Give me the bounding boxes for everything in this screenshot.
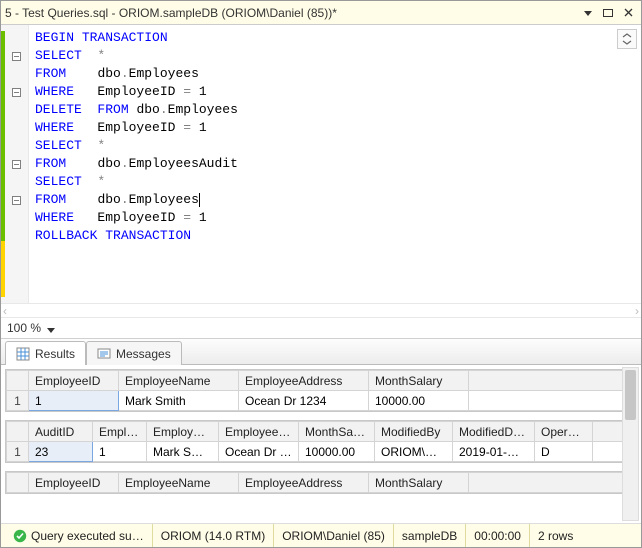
- column-header[interactable]: EmployeeName: [119, 473, 239, 493]
- cell[interactable]: 2019-01-…: [453, 442, 535, 462]
- window-close-button[interactable]: [619, 5, 637, 21]
- cell[interactable]: 10000.00: [299, 442, 375, 462]
- sql-editor[interactable]: BEGIN TRANSACTIONSELECT *FROM dbo.Employ…: [1, 25, 641, 303]
- column-header[interactable]: Opera…: [535, 422, 593, 442]
- column-header[interactable]: MonthSalary: [369, 473, 469, 493]
- zoom-dropdown[interactable]: [47, 323, 57, 333]
- messages-icon: [97, 347, 111, 361]
- code-line: WHERE EmployeeID = 1: [35, 83, 635, 101]
- code-line: FROM dbo.Employees: [35, 191, 635, 209]
- status-time: 00:00:00: [466, 524, 530, 547]
- cell[interactable]: Ocean Dr 1234: [239, 391, 369, 411]
- code-line: SELECT *: [35, 47, 635, 65]
- code-line: SELECT *: [35, 173, 635, 191]
- status-exec-text: Query executed su…: [31, 529, 144, 543]
- cell[interactable]: 1: [93, 442, 147, 462]
- code-area[interactable]: BEGIN TRANSACTIONSELECT *FROM dbo.Employ…: [29, 25, 641, 303]
- editor-horizontal-scrollbar[interactable]: ‹›: [1, 303, 641, 317]
- fold-toggle[interactable]: [12, 196, 21, 205]
- results-grids: EmployeeIDEmployeeNameEmployeeAddressMon…: [1, 365, 641, 523]
- cell[interactable]: 23: [29, 442, 93, 462]
- split-toggle-icon[interactable]: [617, 29, 637, 49]
- cell[interactable]: 10000.00: [369, 391, 469, 411]
- cell[interactable]: 1: [29, 391, 119, 411]
- change-marker-yellow: [1, 241, 5, 297]
- fold-toggle[interactable]: [12, 52, 21, 61]
- column-header[interactable]: AuditID: [29, 422, 93, 442]
- column-header[interactable]: ModifiedBy: [375, 422, 453, 442]
- tab-messages-label: Messages: [116, 347, 171, 361]
- column-header[interactable]: EmployeeID: [29, 371, 119, 391]
- result-grid: AuditIDEmpl…Employ…Employee…MonthSa…Modi…: [5, 420, 637, 463]
- grid-corner: [7, 422, 29, 442]
- result-grid: EmployeeIDEmployeeNameEmployeeAddressMon…: [5, 369, 637, 412]
- cell[interactable]: Mark Smith: [119, 391, 239, 411]
- zoom-bar: 100 %: [1, 317, 641, 339]
- row-header[interactable]: 1: [7, 442, 29, 462]
- code-line: FROM dbo.EmployeesAudit: [35, 155, 635, 173]
- zoom-level: 100 %: [7, 321, 41, 335]
- column-header[interactable]: Empl…: [93, 422, 147, 442]
- code-line: WHERE EmployeeID = 1: [35, 209, 635, 227]
- code-line: FROM dbo.Employees: [35, 65, 635, 83]
- status-bar: Query executed su… ORIOM (14.0 RTM) ORIO…: [1, 523, 641, 547]
- window-dropdown-button[interactable]: [579, 5, 597, 21]
- column-header[interactable]: EmployeeName: [119, 371, 239, 391]
- titlebar: 5 - Test Queries.sql - ORIOM.sampleDB (O…: [1, 1, 641, 25]
- grid-icon: [16, 347, 30, 361]
- window-maximize-button[interactable]: [599, 5, 617, 21]
- code-line: DELETE FROM dbo.Employees: [35, 101, 635, 119]
- status-db: sampleDB: [394, 524, 466, 547]
- result-grid: EmployeeIDEmployeeNameEmployeeAddressMon…: [5, 471, 637, 494]
- window-title: 5 - Test Queries.sql - ORIOM.sampleDB (O…: [5, 6, 577, 20]
- scrollbar-thumb[interactable]: [625, 370, 636, 420]
- tab-results[interactable]: Results: [5, 341, 86, 365]
- column-header[interactable]: Employ…: [147, 422, 219, 442]
- code-line: SELECT *: [35, 137, 635, 155]
- tab-messages[interactable]: Messages: [86, 341, 182, 365]
- fold-toggle[interactable]: [12, 160, 21, 169]
- row-header[interactable]: 1: [7, 391, 29, 411]
- column-header[interactable]: EmployeeID: [29, 473, 119, 493]
- column-filler: [469, 473, 636, 493]
- column-header[interactable]: MonthSa…: [299, 422, 375, 442]
- fold-toggle[interactable]: [12, 88, 21, 97]
- tab-results-label: Results: [35, 347, 75, 361]
- editor-gutter: [1, 25, 29, 303]
- column-header[interactable]: MonthSalary: [369, 371, 469, 391]
- status-rows: 2 rows: [530, 524, 581, 547]
- table-row[interactable]: 1231Mark S…Ocean Dr …10000.00ORIOM\…2019…: [7, 442, 636, 462]
- results-tabs: Results Messages: [1, 339, 641, 365]
- column-filler: [469, 371, 636, 391]
- grid-corner: [7, 371, 29, 391]
- status-exec: Query executed su…: [5, 524, 153, 547]
- cell[interactable]: Mark S…: [147, 442, 219, 462]
- status-user: ORIOM\Daniel (85): [274, 524, 394, 547]
- cell-filler: [469, 391, 636, 411]
- cell[interactable]: D: [535, 442, 593, 462]
- status-server: ORIOM (14.0 RTM): [153, 524, 274, 547]
- column-header[interactable]: Employee…: [219, 422, 299, 442]
- cell[interactable]: ORIOM\…: [375, 442, 453, 462]
- results-panel: EmployeeIDEmployeeNameEmployeeAddressMon…: [1, 365, 641, 523]
- results-vertical-scrollbar[interactable]: [622, 367, 639, 521]
- column-header[interactable]: EmployeeAddress: [239, 371, 369, 391]
- success-icon: [13, 529, 27, 543]
- column-header[interactable]: EmployeeAddress: [239, 473, 369, 493]
- code-line: BEGIN TRANSACTION: [35, 29, 635, 47]
- code-line: WHERE EmployeeID = 1: [35, 119, 635, 137]
- grid-corner: [7, 473, 29, 493]
- cell[interactable]: Ocean Dr …: [219, 442, 299, 462]
- fold-strip: [9, 31, 23, 297]
- code-line: ROLLBACK TRANSACTION: [35, 227, 635, 245]
- query-window: 5 - Test Queries.sql - ORIOM.sampleDB (O…: [0, 0, 642, 548]
- table-row[interactable]: 11Mark SmithOcean Dr 123410000.00: [7, 391, 636, 411]
- column-header[interactable]: ModifiedD…: [453, 422, 535, 442]
